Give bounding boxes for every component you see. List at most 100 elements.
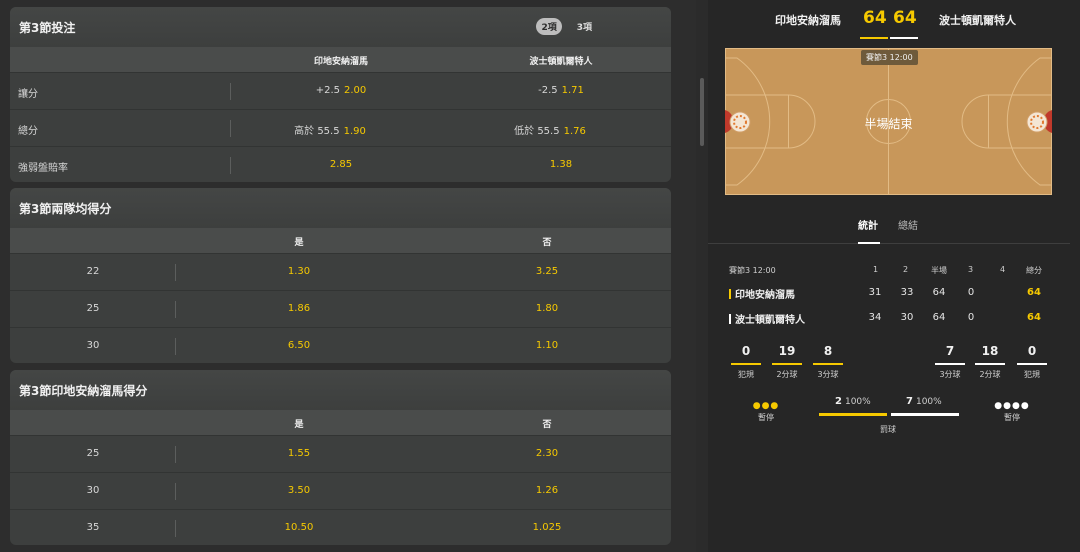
period-badge: 賽節3 12:00: [861, 50, 918, 65]
match-tabs: 統計 總結: [708, 210, 1070, 244]
line-value: 22: [86, 266, 100, 277]
home-timeout-dots-icon: ●●●: [752, 401, 780, 411]
odds-cell-no[interactable]: 1.26: [536, 485, 558, 496]
divider: [175, 520, 176, 537]
odds-value: 3.25: [535, 266, 559, 277]
stats-header-q4: 4: [1000, 265, 1006, 274]
divider: [175, 338, 176, 355]
table-row: 總分 高於 55.5 1.90 低於 55.5 1.76: [10, 109, 671, 146]
home-q1: 31: [868, 287, 882, 298]
odds-cell-yes[interactable]: 1.30: [288, 266, 310, 277]
column-away: 波士頓凱爾特人: [529, 57, 593, 67]
away-total: 64: [1027, 312, 1041, 323]
kpi-label: 2分球: [776, 370, 798, 379]
market-view-toggle: 2項 3項: [536, 18, 597, 35]
odds-value: 3.50: [287, 485, 311, 496]
home-team-name: 印地安納溜馬: [775, 14, 841, 27]
odds-value: 1.025: [532, 522, 562, 533]
odds-value: 1.86: [287, 303, 311, 314]
kpi-value: 18: [981, 344, 999, 358]
court-status: 半場結束: [864, 117, 913, 131]
divider: [230, 120, 231, 137]
odds-cell-no[interactable]: 2.30: [536, 448, 558, 459]
ft-percent: 100%: [844, 397, 871, 407]
divider: [230, 83, 231, 100]
row-label: 總分: [18, 126, 38, 137]
pill-3-items[interactable]: 3項: [572, 18, 597, 35]
odds-cell-away[interactable]: 低於 55.5 1.76: [514, 122, 586, 137]
active-tab-indicator: [858, 242, 880, 244]
column-no: 否: [542, 238, 552, 248]
pill-2-items[interactable]: 2項: [536, 18, 562, 35]
scrollbar-thumb[interactable]: [700, 78, 704, 146]
market-card-team-points: 第3節印地安納溜馬得分 是 否 25 1.55 2.30 30 3.50 1.2…: [10, 370, 671, 545]
odds-value: 1.10: [535, 340, 559, 351]
odds-cell-away[interactable]: 1.38: [550, 159, 572, 170]
app-root: 第3節投注 2項 3項 印地安納溜馬 波士頓凱爾特人 讓分 +2.5 2.00 -…: [0, 0, 1080, 552]
kpi-value: 0: [1027, 344, 1037, 358]
market-title: 第3節印地安納溜馬得分: [19, 383, 148, 398]
column-yes: 是: [294, 420, 304, 430]
column-header: 是 否: [10, 228, 671, 253]
away-three-pointers-stat: 7 3分球: [935, 344, 965, 380]
stats-header-half: 半場: [931, 266, 947, 275]
odds-value: 2.85: [329, 159, 353, 170]
odds-value: 1.90: [343, 126, 366, 137]
home-score-marker: [860, 37, 888, 39]
odds-value: 1.76: [563, 126, 586, 137]
home-timeouts: ●●● 暫停: [746, 402, 786, 423]
away-team-name: 波士頓凱爾特人: [939, 14, 1016, 27]
odds-cell-no[interactable]: 1.10: [536, 340, 558, 351]
line-value: 25: [86, 448, 100, 459]
market-header[interactable]: 第3節投注 2項 3項: [10, 7, 671, 47]
odds-cell-home[interactable]: +2.5 2.00: [316, 85, 367, 96]
market-header[interactable]: 第3節印地安納溜馬得分: [10, 370, 671, 410]
divider: [175, 483, 176, 500]
odds-cell-no[interactable]: 3.25: [536, 266, 558, 277]
odds-value: 2.30: [535, 448, 559, 459]
tab-summary[interactable]: 總結: [898, 217, 918, 232]
column-yes: 是: [294, 238, 304, 248]
tab-stats[interactable]: 統計: [858, 217, 878, 232]
odds-cell-yes[interactable]: 3.50: [288, 485, 310, 496]
home-half: 64: [932, 287, 946, 298]
table-row: 22 1.30 3.25: [10, 253, 671, 290]
home-score: 64: [863, 8, 887, 28]
home-q2: 33: [900, 287, 914, 298]
odds-value: 6.50: [287, 340, 311, 351]
odds-cell-home[interactable]: 高於 55.5 1.90: [294, 122, 366, 137]
odds-cell-away[interactable]: -2.5 1.71: [538, 85, 584, 96]
odds-cell-yes[interactable]: 1.86: [288, 303, 310, 314]
odds-cell-yes[interactable]: 6.50: [288, 340, 310, 351]
markets-panel: 第3節投注 2項 3項 印地安納溜馬 波士頓凱爾特人 讓分 +2.5 2.00 -…: [0, 0, 696, 552]
odds-cell-yes[interactable]: 10.50: [285, 522, 314, 533]
odds-cell-yes[interactable]: 1.55: [288, 448, 310, 459]
total-line: 高於 55.5: [294, 126, 340, 137]
kpi-value: 8: [823, 344, 833, 358]
row-label: 讓分: [18, 89, 38, 100]
away-two-pointers-stat: 18 2分球: [975, 344, 1005, 380]
odds-value: 1.30: [287, 266, 311, 277]
stats-away-name: 波士頓凱爾特人: [735, 315, 805, 326]
odds-cell-no[interactable]: 1.025: [533, 522, 562, 533]
divider: [175, 301, 176, 318]
kpi-value: 19: [778, 344, 796, 358]
column-header: 印地安納溜馬 波士頓凱爾特人: [10, 47, 671, 72]
kpi-label: 3分球: [939, 370, 961, 379]
home-ft-bar: [819, 413, 887, 416]
odds-value: 1.80: [535, 303, 559, 314]
away-q2: 30: [900, 312, 914, 323]
kpi-label: 2分球: [979, 370, 1001, 379]
odds-cell-no[interactable]: 1.80: [536, 303, 558, 314]
ft-made: 7: [906, 396, 913, 407]
odds-value: 1.71: [561, 85, 584, 96]
away-timeouts: ●●●● 暫停: [992, 402, 1032, 423]
odds-cell-home[interactable]: 2.85: [330, 159, 352, 170]
handicap-line: -2.5: [538, 85, 558, 96]
market-card-quarter-betting: 第3節投注 2項 3項 印地安納溜馬 波士頓凱爾特人 讓分 +2.5 2.00 -…: [10, 7, 671, 182]
home-two-pointers-stat: 19 2分球: [772, 344, 802, 380]
market-title: 第3節兩隊均得分: [19, 201, 112, 216]
market-header[interactable]: 第3節兩隊均得分: [10, 188, 671, 228]
kpi-value: 0: [741, 344, 751, 358]
stats-header-q2: 2: [903, 265, 909, 274]
